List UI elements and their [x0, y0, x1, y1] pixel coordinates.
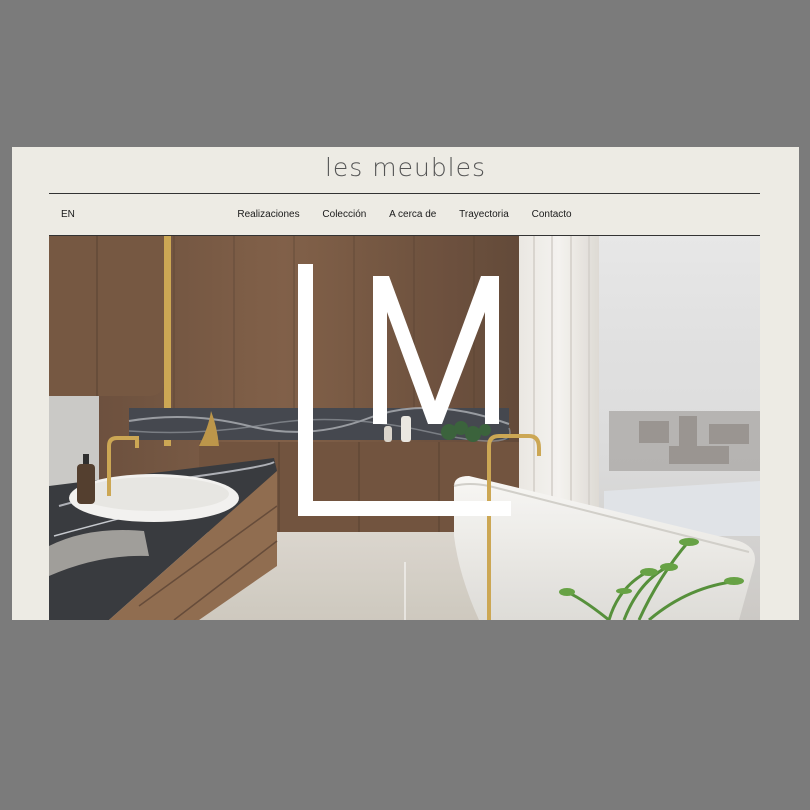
- main-nav: EN Realizaciones Colección A cerca de Tr…: [49, 195, 760, 235]
- nav-item-acerca-de[interactable]: A cerca de: [389, 209, 436, 220]
- nav-item-trayectoria[interactable]: Trayectoria: [459, 209, 509, 220]
- nav-links: Realizaciones Colección A cerca de Traye…: [49, 209, 760, 220]
- hero-image: [49, 236, 760, 620]
- site-logo[interactable]: les meubles: [12, 153, 799, 182]
- bathroom-photo: [49, 236, 760, 620]
- nav-item-realizaciones[interactable]: Realizaciones: [237, 209, 299, 220]
- header-divider-top: [49, 193, 760, 194]
- nav-item-coleccion[interactable]: Colección: [322, 209, 366, 220]
- nav-item-contacto[interactable]: Contacto: [532, 209, 572, 220]
- page: les meubles EN Realizaciones Colección A…: [12, 147, 799, 620]
